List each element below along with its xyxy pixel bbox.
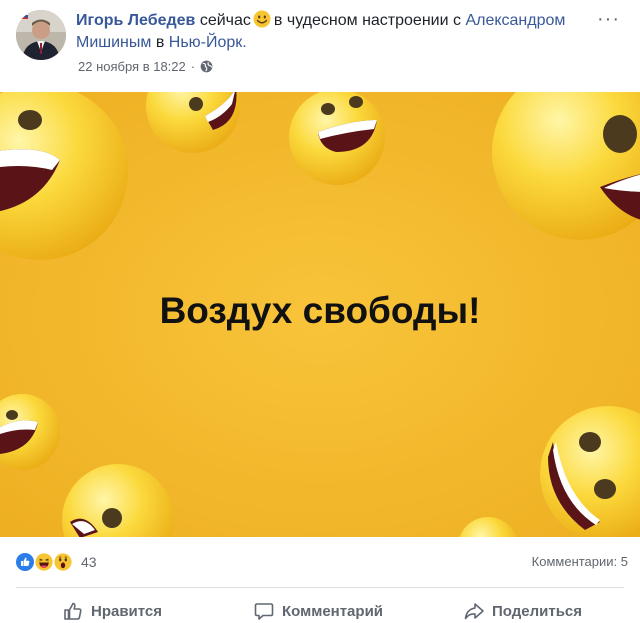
image-caption: Воздух свободы! — [159, 290, 481, 331]
post-actions: Нравится Комментарий Поделиться — [0, 596, 640, 623]
smiling-face-icon — [253, 10, 271, 28]
like-icon — [16, 553, 34, 571]
like-label: Нравится — [91, 602, 163, 620]
post-meta: 22 ноября в 18:22 · — [78, 59, 213, 74]
location-prefix: в — [155, 34, 165, 51]
author-name[interactable]: Игорь Лебедев — [76, 12, 195, 29]
thumbs-up-icon — [64, 602, 82, 620]
status-suffix: в чудесном настроении с — [273, 12, 461, 29]
comment-icon — [254, 603, 274, 620]
share-icon — [464, 603, 484, 620]
avatar[interactable] — [16, 10, 66, 60]
meta-separator: · — [190, 59, 196, 74]
comments-count[interactable]: Комментарии: 5 — [532, 554, 628, 569]
wow-icon — [54, 553, 72, 571]
comment-button[interactable]: Комментарий — [253, 600, 383, 622]
post-header: Игорь Лебедев сейчас в чудесном настроен… — [0, 0, 640, 92]
laughing-emoji-top-right — [289, 92, 385, 185]
location-link[interactable]: Нью-Йорк. — [169, 34, 247, 51]
status-prefix: сейчас — [199, 12, 251, 29]
more-options-button[interactable]: ··· — [597, 8, 620, 31]
reaction-count[interactable]: 43 — [81, 554, 97, 570]
share-label: Поделиться — [492, 602, 583, 620]
share-button[interactable]: Поделиться — [463, 600, 582, 622]
haha-icon — [35, 553, 53, 571]
reaction-icons[interactable] — [16, 553, 73, 571]
post-image[interactable]: Воздух свободы! — [0, 92, 640, 537]
post-timestamp[interactable]: 22 ноября в 18:22 — [78, 59, 186, 74]
divider — [16, 587, 624, 588]
comment-label: Комментарий — [282, 602, 384, 620]
reactions-bar: 43 Комментарии: 5 — [0, 537, 640, 587]
globe-icon[interactable] — [200, 60, 213, 73]
like-button[interactable]: Нравится — [62, 600, 162, 622]
post-title: Игорь Лебедев сейчас в чудесном настроен… — [76, 10, 596, 54]
